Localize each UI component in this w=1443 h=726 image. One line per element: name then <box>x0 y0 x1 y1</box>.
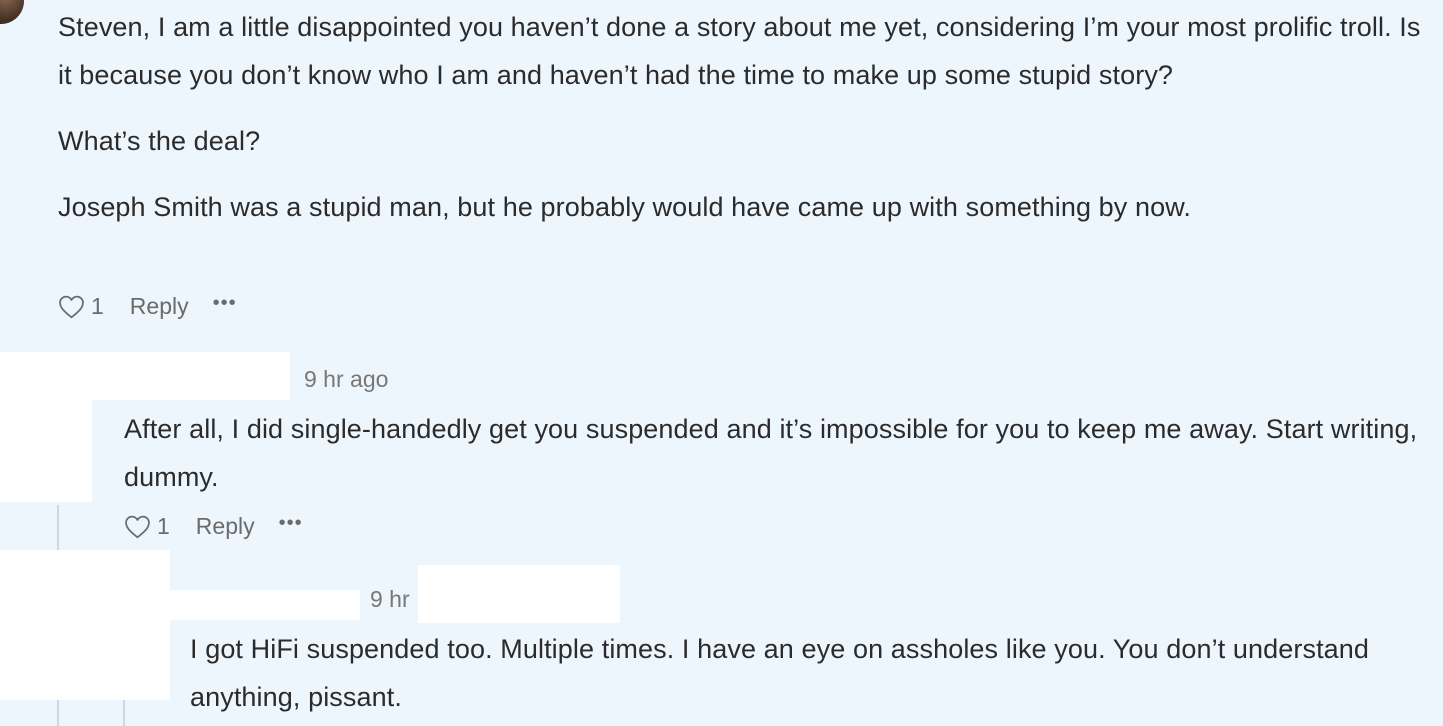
redacted-avatar <box>0 620 170 700</box>
comment-paragraph: What’s the deal? <box>58 126 261 156</box>
thread-line <box>57 700 59 726</box>
reply-body: I got HiFi suspended too. Multiple times… <box>190 625 1430 721</box>
comment-paragraph: Joseph Smith was a stupid man, but he pr… <box>58 192 1191 222</box>
more-options-button[interactable]: ••• <box>213 293 237 313</box>
redacted-block <box>418 565 620 623</box>
like-count: 1 <box>157 513 170 539</box>
comment-body: Steven, I am a little disappointed you h… <box>58 3 1428 231</box>
redacted-block <box>0 550 170 590</box>
like-count: 1 <box>91 293 104 319</box>
redacted-avatar <box>0 400 92 502</box>
heart-outline-icon <box>125 515 150 538</box>
comment-actions: 1 Reply ••• <box>58 293 237 320</box>
reply-button[interactable]: Reply <box>130 293 189 320</box>
comment-paragraph: Steven, I am a little disappointed you h… <box>58 12 1421 90</box>
more-options-button[interactable]: ••• <box>279 513 303 533</box>
comment-timestamp: 9 hr ago <box>304 366 389 392</box>
redacted-username <box>0 352 290 400</box>
comment-timestamp: 9 hr <box>370 586 410 612</box>
heart-icon[interactable] <box>58 295 85 319</box>
heart-icon[interactable] <box>124 515 151 539</box>
redacted-username <box>0 590 360 620</box>
heart-outline-icon <box>59 295 84 318</box>
user-avatar[interactable] <box>0 0 24 24</box>
reply-body: After all, I did single-handedly get you… <box>124 405 1434 501</box>
reply-text: I got HiFi suspended too. Multiple times… <box>190 634 1370 712</box>
reply-text: After all, I did single-handedly get you… <box>124 414 1418 492</box>
thread-line <box>123 700 125 726</box>
reply-button[interactable]: Reply <box>196 513 255 540</box>
reply-actions: 1 Reply ••• <box>124 513 303 540</box>
thread-line <box>57 505 59 551</box>
